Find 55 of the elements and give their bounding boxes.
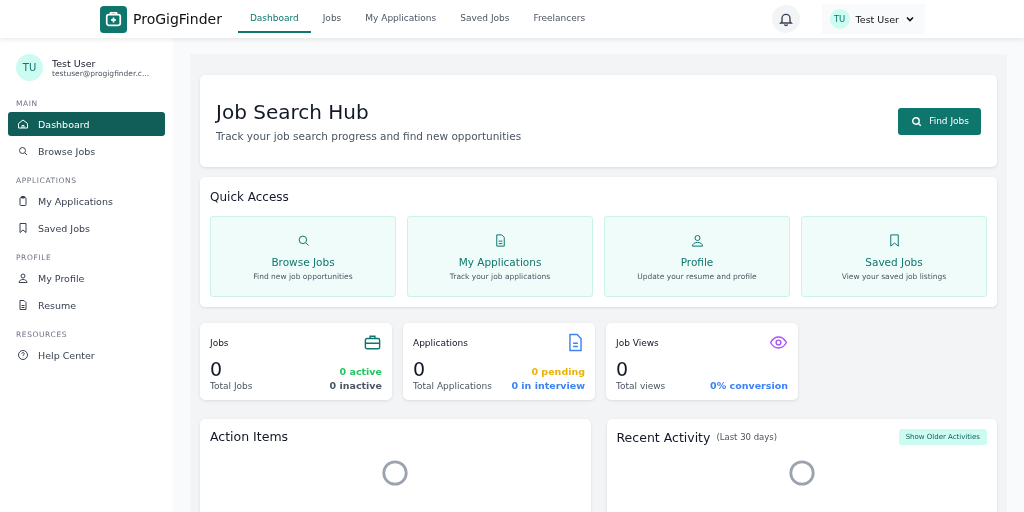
- document-icon: [566, 333, 585, 352]
- sidebar-item[interactable]: Saved Jobs: [8, 216, 165, 240]
- user-menu[interactable]: TU Test User: [821, 4, 925, 34]
- nav-link[interactable]: Freelancers: [521, 5, 598, 33]
- help-icon: [17, 349, 29, 361]
- section-title: Quick Access: [210, 190, 290, 204]
- section-title: Recent Activity: [616, 429, 711, 445]
- sidebar-item[interactable]: My Applications: [8, 189, 165, 213]
- file-icon: [17, 299, 29, 311]
- stat-caption: Total views: [616, 381, 666, 391]
- user-icon: [689, 232, 705, 248]
- stat-value: 0: [616, 358, 630, 380]
- find-jobs-button[interactable]: Find Jobs: [898, 107, 981, 135]
- user-avatar: TU: [16, 54, 43, 81]
- sidebar-item[interactable]: Resume: [8, 293, 165, 317]
- stat-value: 0: [210, 358, 224, 380]
- stat-title: Applications: [413, 337, 468, 348]
- search-icon: [910, 114, 924, 128]
- stat-detail: 0 active: [339, 366, 382, 377]
- nav-link[interactable]: Dashboard: [237, 5, 311, 33]
- user-name: Test User: [52, 57, 97, 69]
- nav-link[interactable]: My Applications: [353, 5, 449, 33]
- bell-icon: [777, 11, 794, 27]
- stat-title: Job Views: [616, 337, 659, 348]
- section-title: Action Items: [210, 429, 290, 444]
- clipboard-icon: [17, 195, 29, 207]
- sidebar-item[interactable]: Dashboard: [8, 112, 165, 136]
- page-subtitle: Track your job search progress and find new opportunities: [216, 130, 522, 142]
- stat-caption: Total Jobs: [210, 381, 253, 391]
- loading-spinner-icon: [381, 459, 410, 487]
- eye-icon: [769, 333, 788, 352]
- notification-button[interactable]: [771, 5, 800, 33]
- nav-link[interactable]: Saved Jobs: [448, 5, 522, 33]
- chevron-down-icon: [905, 14, 915, 24]
- stat-detail: 0% conversion: [710, 380, 788, 391]
- stat-detail: 0 in interview: [511, 380, 585, 391]
- stat-detail: 0 pending: [531, 366, 585, 377]
- briefcase-icon: [363, 333, 382, 352]
- sidebar-item[interactable]: Browse Jobs: [8, 139, 165, 163]
- stat-caption: Total Applications: [413, 381, 492, 391]
- user-icon: [17, 272, 29, 284]
- period-note: (Last 30 days): [716, 432, 778, 442]
- brand-name: ProGigFinder: [133, 11, 222, 27]
- logo-icon: [100, 5, 127, 33]
- loading-spinner-icon: [787, 459, 816, 487]
- stat-detail: 0 inactive: [329, 380, 382, 391]
- page-title: Job Search Hub: [216, 100, 370, 124]
- stat-title: Jobs: [210, 337, 229, 348]
- sidebar-item[interactable]: Help Center: [8, 343, 165, 367]
- sidebar-item[interactable]: My Profile: [8, 266, 165, 290]
- search-icon: [17, 145, 29, 157]
- home-icon: [17, 118, 29, 130]
- stat-value: 0: [413, 358, 427, 380]
- bookmark-icon: [17, 222, 29, 234]
- nav-link[interactable]: Jobs: [310, 5, 354, 33]
